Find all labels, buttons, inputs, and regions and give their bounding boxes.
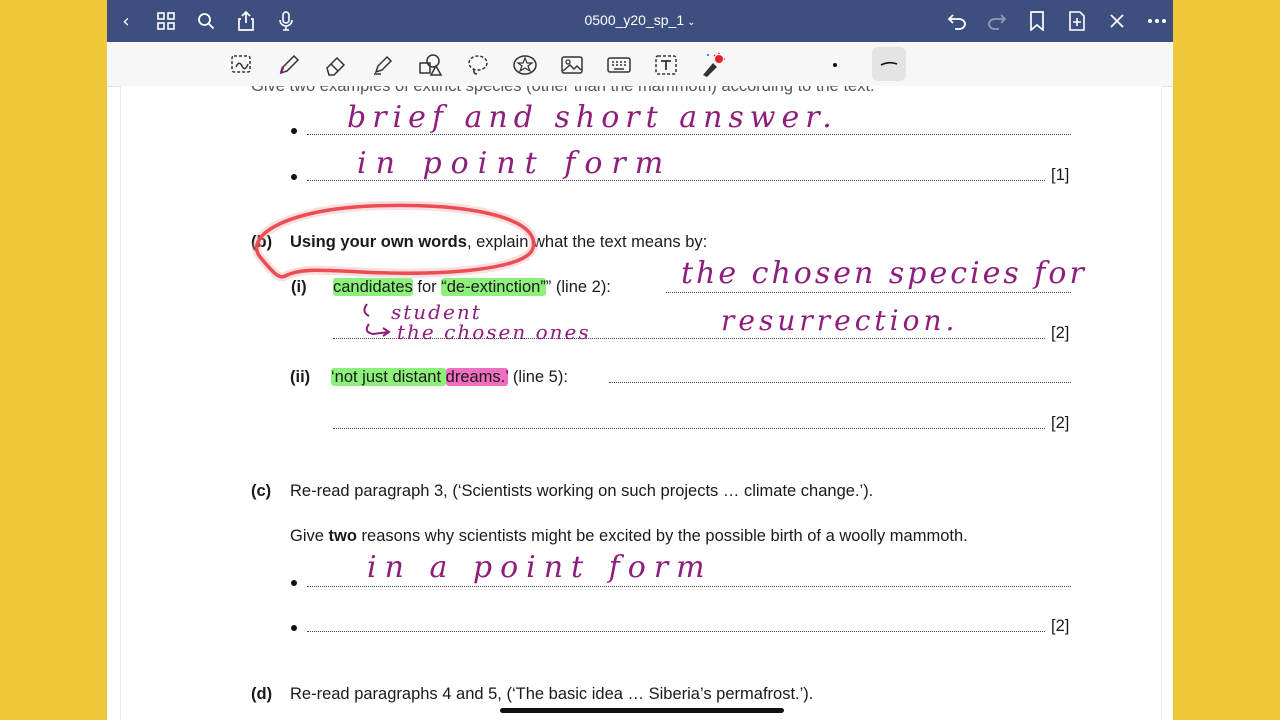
document-page: Give two examples of extinct species (ot… [120, 86, 1162, 720]
part-i-quote-end: ” (line 2): [545, 278, 611, 296]
question-c-subprompt: Give two reasons why scientists might be… [290, 527, 968, 546]
sticker-tool-icon[interactable] [511, 51, 539, 79]
part-ii-label: (ii) [290, 368, 311, 386]
question-c-prompt: Re-read paragraph 3, (‘Scientists workin… [290, 482, 874, 500]
home-indicator[interactable] [500, 708, 784, 713]
chevron-down-icon: ⌄ [687, 17, 696, 28]
answer-bullet [291, 174, 297, 180]
bookmark-icon[interactable] [1024, 8, 1050, 34]
question-c-sub-post: reasons why scientists might be excited … [356, 527, 968, 545]
marks-label: [1] [1051, 166, 1070, 184]
answer-line[interactable] [307, 586, 1071, 587]
handwritten-arrow [363, 303, 391, 337]
eraser-tool-icon[interactable] [322, 51, 350, 79]
handwritten-answer: resurrection. [721, 304, 959, 337]
question-d-prompt: Re-read paragraphs 4 and 5, (‘The basic … [290, 685, 814, 703]
handwritten-note: brief and short answer. [347, 100, 838, 135]
handwritten-note: in a point form [367, 550, 713, 585]
document-title-text: 0500_y20_sp_1 [584, 12, 685, 28]
answer-line[interactable] [666, 292, 1071, 293]
answer-line[interactable] [333, 428, 1045, 429]
handwritten-answer: the chosen species for [681, 256, 1087, 291]
answer-bullet [291, 625, 297, 631]
pen-size-dot-icon[interactable] [821, 51, 849, 79]
handwritten-margin-note: the chosen ones [397, 320, 591, 344]
marks-label: [2] [1051, 414, 1070, 432]
part-ii-quote-end: (line 5): [508, 368, 568, 386]
lasso-text-icon[interactable] [228, 51, 256, 79]
pen-stroke-style-icon[interactable] [872, 47, 906, 81]
answer-bullet [291, 580, 297, 586]
question-c-sub-bold: two [328, 527, 357, 545]
question-a-prompt: Give two examples of extinct species (ot… [251, 86, 875, 95]
part-i-quote-mid: for [412, 278, 442, 296]
lasso-select-icon[interactable] [464, 51, 492, 79]
pen-tool-icon[interactable] [275, 51, 303, 79]
text-tool-icon[interactable] [652, 51, 680, 79]
add-page-icon[interactable] [1064, 8, 1090, 34]
close-icon[interactable] [1104, 8, 1130, 34]
question-d-letter: (d) [251, 685, 273, 703]
redo-icon[interactable] [984, 8, 1010, 34]
highlight-green: “de-extinction” [441, 278, 546, 296]
document-title[interactable]: 0500_y20_sp_1 ⌄ [107, 12, 1173, 28]
highlight-green: candidates [333, 278, 413, 296]
keyboard-tool-icon[interactable] [605, 51, 633, 79]
image-tool-icon[interactable] [558, 51, 586, 79]
more-options-icon[interactable] [1144, 8, 1170, 34]
part-i-quote: candidates for “de-extinction”” (line 2)… [333, 278, 611, 297]
shapes-tool-icon[interactable] [416, 51, 444, 79]
question-c-sub-pre: Give [290, 527, 329, 545]
handwritten-note: in point form [357, 146, 673, 181]
laser-pointer-icon[interactable] [699, 51, 727, 79]
marks-label: [2] [1051, 617, 1070, 635]
notes-app-window: ‹ 0500_y20_sp_1 ⌄ Give two examples of e… [107, 0, 1173, 720]
highlight-pink: dreams.’ [445, 368, 509, 386]
question-c-letter: (c) [251, 482, 272, 500]
highlight-green: ‘not just distant [331, 368, 446, 386]
answer-line[interactable] [307, 631, 1045, 632]
top-navigation-bar: ‹ 0500_y20_sp_1 ⌄ [107, 0, 1173, 42]
answer-line[interactable] [609, 382, 1071, 383]
red-circle-annotation [252, 200, 538, 282]
drawing-toolbar [107, 42, 1173, 87]
part-i-label: (i) [291, 278, 307, 296]
answer-bullet [291, 128, 297, 134]
highlighter-tool-icon[interactable] [369, 51, 397, 79]
undo-icon[interactable] [944, 8, 970, 34]
part-ii-quote: ‘not just distant dreams.’ (line 5): [331, 368, 568, 387]
marks-label: [2] [1051, 324, 1070, 342]
